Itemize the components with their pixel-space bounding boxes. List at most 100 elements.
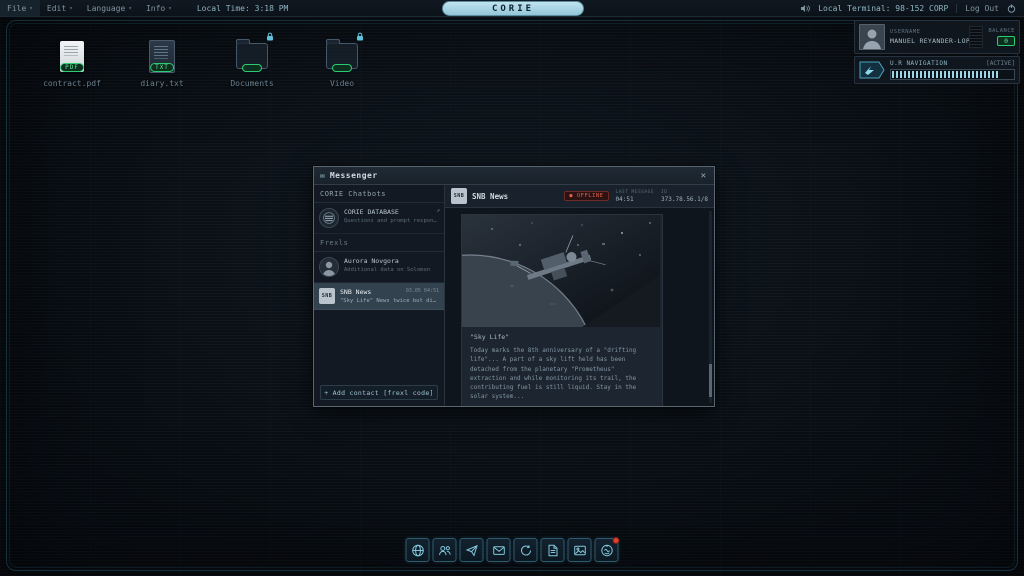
message-body: Today marks the 8th anniversary of a "dr… (470, 347, 637, 401)
lock-icon (356, 32, 364, 41)
dock-paper-plane-button[interactable] (459, 538, 484, 562)
menu-file[interactable]: File ▾ (0, 0, 40, 16)
chevron-down-icon: ▾ (29, 4, 33, 12)
chat-name: Aurora Novgora (344, 257, 399, 265)
file-icon (548, 544, 557, 556)
app-dock (405, 537, 620, 562)
chat-subtitle: Additional data on Solomon (344, 267, 431, 273)
avatar (859, 24, 885, 50)
corie-os-logo: CORIE (442, 1, 584, 16)
chat-scrollbar-thumb[interactable] (709, 364, 712, 397)
chat-title: SNB News (472, 191, 509, 201)
navigation-row: U.R NAVIGATION [ACTIVE] (854, 56, 1020, 84)
paper-plane-icon (465, 544, 478, 557)
chat-header: SNB SNB News ● OFFLINE LAST MESSAGE 04:5… (445, 185, 714, 208)
menu-language[interactable]: Language ▾ (80, 0, 139, 16)
balance-badge: 0 (997, 36, 1015, 46)
dock-contacts-button[interactable] (432, 538, 457, 562)
add-contact-button[interactable]: + Add contact [frexl code] (320, 385, 438, 400)
username-value: MANUEL REYANDER-LOPE (890, 37, 975, 45)
desktop-icons: PDF contract.pdf TXT diary.txt Documents… (40, 32, 374, 88)
desktop-icon-contract-pdf[interactable]: PDF contract.pdf (40, 38, 104, 88)
chat-name: SNB News (340, 288, 372, 296)
navigation-status: [ACTIVE] (986, 60, 1015, 67)
dock-mail-button[interactable] (486, 538, 511, 562)
user-status-panel: USERNAME MANUEL REYANDER-LOPE BALANCE 0 … (854, 20, 1020, 84)
chat-item-aurora-novgora[interactable]: Aurora Novgora Additional data on Solomo… (314, 252, 444, 283)
news-message: "Sky Life" Today marks the 8th anniversa… (461, 214, 663, 406)
close-icon[interactable]: ✕ (699, 171, 708, 181)
local-time: Local Time: 3:18 PM (196, 3, 289, 13)
status-badge: ● OFFLINE (564, 191, 609, 201)
image-icon (573, 545, 586, 555)
sync-icon (520, 544, 531, 556)
chat-item-snb-news[interactable]: SNB SNB News 03.05 04:51 "Sky Life" News… (314, 283, 444, 310)
snb-avatar: SNB (319, 288, 335, 304)
chat-preview: "Sky Life" News twice but did no... (340, 298, 439, 304)
terminal-id: Local Terminal: 98-152 CORP (818, 3, 949, 13)
user-identity-row: USERNAME MANUEL REYANDER-LOPE BALANCE 0 (854, 20, 1020, 54)
speaker-icon[interactable] (800, 4, 811, 13)
brain-icon (600, 544, 613, 556)
messenger-titlebar[interactable]: ✉ Messenger ✕ (314, 167, 714, 185)
dock-assistant-button[interactable] (594, 537, 620, 562)
section-corie-chatbots: CORIE Chatbots (314, 185, 444, 203)
envelope-icon (492, 545, 505, 555)
desktop-icon-documents[interactable]: Documents (220, 32, 284, 88)
desktop-icon-video[interactable]: Video (310, 32, 374, 88)
dock-gallery-button[interactable] (567, 538, 592, 562)
dock-sync-button[interactable] (513, 538, 538, 562)
notification-dot (612, 537, 620, 544)
divider (956, 3, 958, 13)
desktop-icon-label: Documents (230, 79, 274, 88)
locked-folder-icon (325, 32, 363, 74)
pin-icon: ↗ (436, 207, 440, 214)
menu-info[interactable]: Info ▾ (139, 0, 179, 16)
desktop-icon-label: contract.pdf (43, 79, 101, 88)
chat-subtitle: Questions and prompt response (344, 218, 439, 224)
menu-edit[interactable]: Edit ▾ (40, 0, 80, 16)
navigation-progress-track (890, 69, 1015, 80)
messenger-body: CORIE Chatbots CORIE DATABASE Questions … (314, 185, 714, 406)
chevron-down-icon: ▾ (69, 4, 73, 12)
section-frexls: Frexls (314, 234, 444, 252)
contact-avatar (319, 257, 339, 277)
chat-timestamp: 03.05 04:51 (405, 288, 439, 294)
envelope-icon: ✉ (320, 171, 325, 180)
last-message-value: 04:51 (615, 195, 634, 203)
menu-info-label: Info (145, 3, 166, 13)
desktop-icon-diary-txt[interactable]: TXT diary.txt (130, 38, 194, 88)
chat-header-meta: ● OFFLINE LAST MESSAGE 04:51 ID 373.78.5… (564, 190, 708, 203)
desktop-icon-label: diary.txt (140, 79, 184, 88)
folder-badge (332, 64, 352, 72)
messenger-window: ✉ Messenger ✕ CORIE Chatbots CORIE DATAB… (313, 166, 715, 407)
snb-avatar: SNB (451, 188, 467, 204)
navigation-progress-fill (892, 71, 999, 78)
balance-block: BALANCE 0 (988, 28, 1015, 46)
chat-item-corie-database[interactable]: CORIE DATABASE Questions and prompt resp… (314, 203, 444, 234)
last-message-label: LAST MESSAGE (615, 189, 655, 195)
contact-id-meta: ID 373.78.56.1/8 (661, 190, 708, 203)
text-document-icon: TXT (145, 38, 179, 74)
desktop-icon-label: Video (329, 79, 355, 88)
chat-pane: SNB SNB News ● OFFLINE LAST MESSAGE 04:5… (445, 185, 714, 406)
power-icon[interactable] (1007, 4, 1016, 13)
database-avatar-icon (319, 208, 339, 228)
navigation-progress-block: U.R NAVIGATION [ACTIVE] (890, 60, 1015, 80)
id-label: ID (661, 189, 668, 195)
chat-message-area: "Sky Life" Today marks the 8th anniversa… (445, 208, 714, 406)
txt-badge: TXT (150, 63, 174, 72)
lock-icon (266, 32, 274, 41)
chat-name: CORIE DATABASE (344, 208, 399, 216)
log-out-button[interactable]: Log Out (965, 4, 999, 13)
chat-scrollbar (709, 211, 712, 403)
dock-documents-button[interactable] (540, 538, 565, 562)
pdf-badge: PDF (60, 63, 84, 72)
dock-browser-button[interactable] (405, 538, 430, 562)
id-value: 373.78.56.1/8 (661, 195, 708, 203)
chevron-down-icon: ▾ (168, 4, 172, 12)
people-icon (438, 545, 451, 555)
last-message-meta: LAST MESSAGE 04:51 (616, 190, 655, 203)
barcode (969, 26, 984, 48)
